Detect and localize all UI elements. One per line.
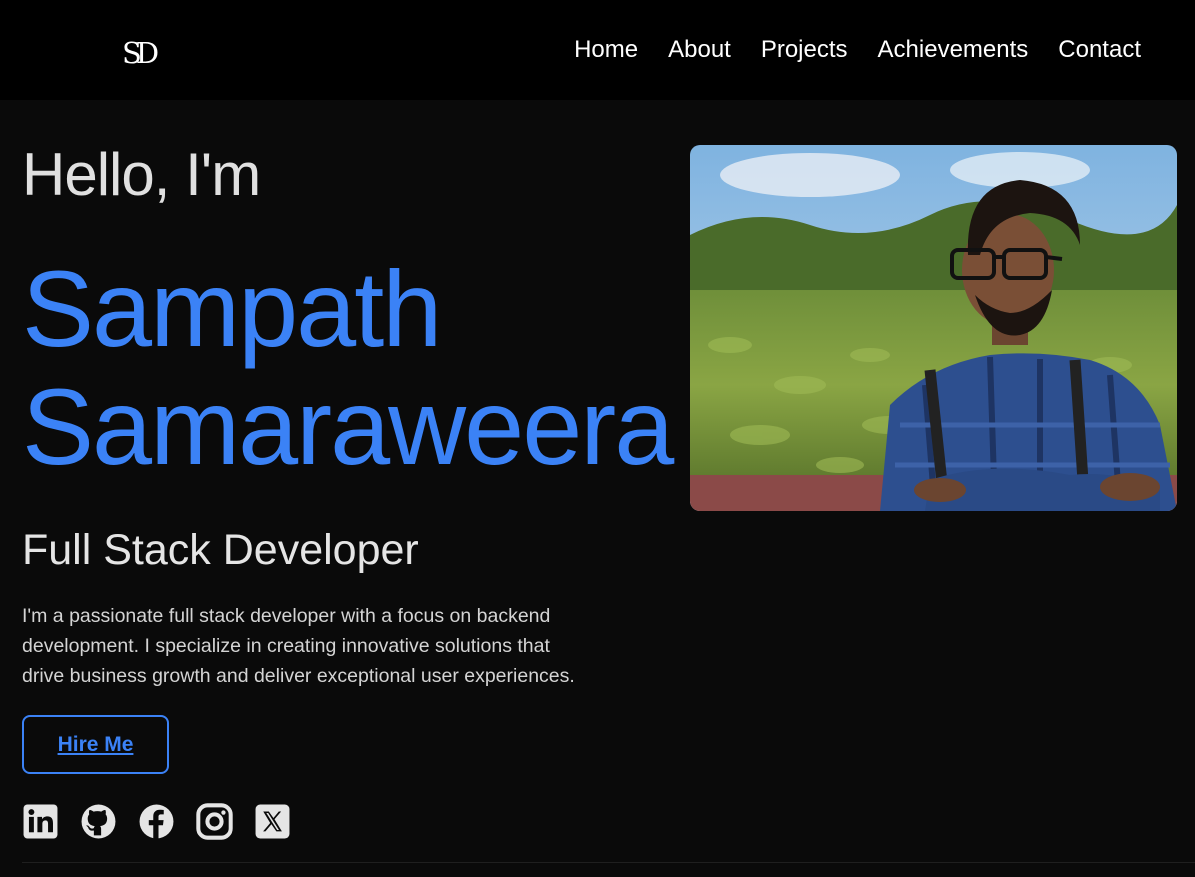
navbar: SD Home About Projects Achievements Cont… (0, 0, 1195, 100)
site-logo[interactable]: SD (122, 36, 159, 70)
facebook-icon[interactable] (138, 803, 175, 840)
profile-photo (690, 145, 1177, 511)
hero-last-name: Samaraweera (22, 366, 674, 487)
nav-projects[interactable]: Projects (761, 36, 848, 64)
hero-greeting: Hello, I'm (22, 141, 261, 208)
nav-about[interactable]: About (668, 36, 731, 64)
hero-first-name: Sampath (22, 248, 442, 369)
hire-me-button[interactable]: Hire Me (22, 715, 169, 774)
hero-role: Full Stack Developer (22, 526, 419, 574)
nav-home[interactable]: Home (574, 36, 638, 64)
hero-name: Sampath Samaraweera (22, 248, 674, 487)
instagram-icon[interactable] (196, 803, 233, 840)
nav-achievements[interactable]: Achievements (878, 36, 1029, 64)
hero-bio: I'm a passionate full stack developer wi… (22, 605, 575, 687)
linkedin-icon[interactable] (22, 803, 59, 840)
section-divider (22, 862, 1195, 863)
x-icon[interactable] (254, 803, 291, 840)
github-icon[interactable] (80, 803, 117, 840)
social-links (22, 803, 291, 840)
nav-contact[interactable]: Contact (1058, 36, 1141, 64)
main-nav: Home About Projects Achievements Contact (574, 0, 1141, 100)
